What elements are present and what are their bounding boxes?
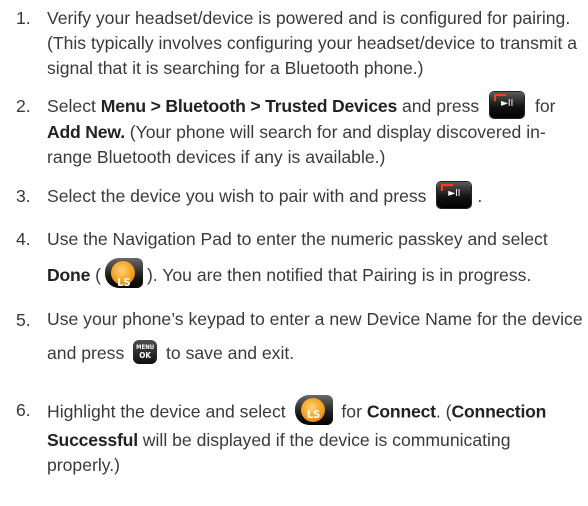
step-number: 2. (16, 96, 31, 116)
left-softkey-icon: LS (104, 258, 143, 289)
step-text: Use the Navigation Pad to enter the nume… (47, 221, 588, 293)
step-3-text-a: Select the device you wish to pair with … (47, 186, 432, 206)
instruction-page: 1. Verify your headset/device is powered… (0, 0, 588, 506)
step-2-text-c: and press (397, 96, 485, 116)
step-4-text-c: ( (90, 265, 101, 285)
connect-label: Connect (366, 401, 436, 422)
step-number: 5. (16, 310, 31, 330)
step-4-text-d: ). You are then notified that Pairing is… (146, 265, 532, 285)
step-text: Verify your headset/device is powered an… (47, 6, 588, 81)
step-2-text-d: for (530, 96, 556, 116)
step-2-text-a: Select (47, 96, 101, 116)
step-6-text-b: for (336, 401, 367, 422)
step-number: 6. (16, 400, 31, 420)
step-text: Select Menu > Bluetooth > Trusted Device… (47, 92, 588, 170)
step-4-text-a: Use the Navigation Pad to enter the nume… (47, 229, 548, 249)
menu-ok-key-icon: MENU OK (133, 340, 158, 365)
step-number: 1. (16, 8, 31, 28)
play-pause-key-icon: ►II (437, 182, 472, 209)
step-3-text-b: . (477, 186, 483, 206)
left-softkey-icon: LS (294, 395, 333, 425)
step-5-text-b: to save and exit. (161, 343, 295, 363)
step-text: Use your phone’s keypad to enter a new D… (47, 302, 588, 370)
step-1-text: Verify your headset/device is powered an… (47, 8, 578, 78)
step-6-text-a: Highlight the device and select (47, 401, 291, 422)
done-label: Done (47, 265, 91, 285)
step-text: Select the device you wish to pair with … (47, 182, 588, 210)
menu-path: Menu > Bluetooth > Trusted Devices (100, 96, 398, 116)
step-5-text-a: Use your phone’s keypad to enter a new D… (47, 309, 583, 363)
step-6-text-d: . ( (435, 401, 452, 422)
add-new-label: Add New. (47, 122, 125, 143)
step-text: Highlight the device and select LS for C… (47, 395, 588, 478)
step-number: 3. (16, 186, 31, 206)
play-pause-key-icon: ►II (490, 92, 525, 119)
step-number: 4. (16, 229, 31, 249)
